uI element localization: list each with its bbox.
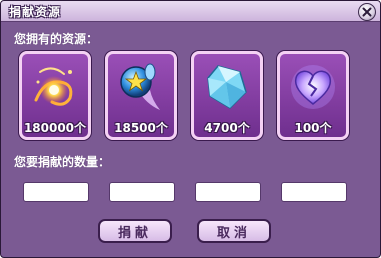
resource-amount: 180000个 xyxy=(23,121,87,135)
close-button[interactable] xyxy=(358,3,376,21)
dialog-title: 捐献资源 xyxy=(9,5,62,19)
donate-star-input[interactable] xyxy=(109,182,175,202)
close-icon xyxy=(362,7,372,17)
fire-orb-icon xyxy=(34,67,73,106)
title-bar: 捐献资源 xyxy=(1,1,380,22)
resource-amount: 100个 xyxy=(294,121,332,135)
donate-amount-label: 您要捐献的数量： xyxy=(14,155,111,169)
crystal-icon xyxy=(207,65,247,109)
donate-crystal-input[interactable] xyxy=(195,182,261,202)
donate-fire-input[interactable] xyxy=(23,182,89,202)
cancel-button[interactable]: 取消 xyxy=(197,219,271,243)
resource-amount: 18500个 xyxy=(114,121,168,135)
resource-card-fire[interactable]: 180000个 xyxy=(19,51,91,140)
broken-heart-icon xyxy=(291,65,335,109)
donate-heart-input[interactable] xyxy=(281,182,347,202)
star-gem-icon xyxy=(120,63,160,110)
resource-card-star[interactable]: 18500个 xyxy=(105,51,177,140)
resource-amount: 4700个 xyxy=(204,121,250,135)
owned-resources-label: 您拥有的资源： xyxy=(14,32,99,46)
resource-card-crystal[interactable]: 4700个 xyxy=(191,51,263,140)
resource-card-heart[interactable]: 100个 xyxy=(277,51,349,140)
donate-button[interactable]: 捐献 xyxy=(98,219,172,243)
donate-resources-dialog: 捐献资源 您拥有的资源： 180000个 18500个 4700个 100个 您… xyxy=(0,0,381,258)
